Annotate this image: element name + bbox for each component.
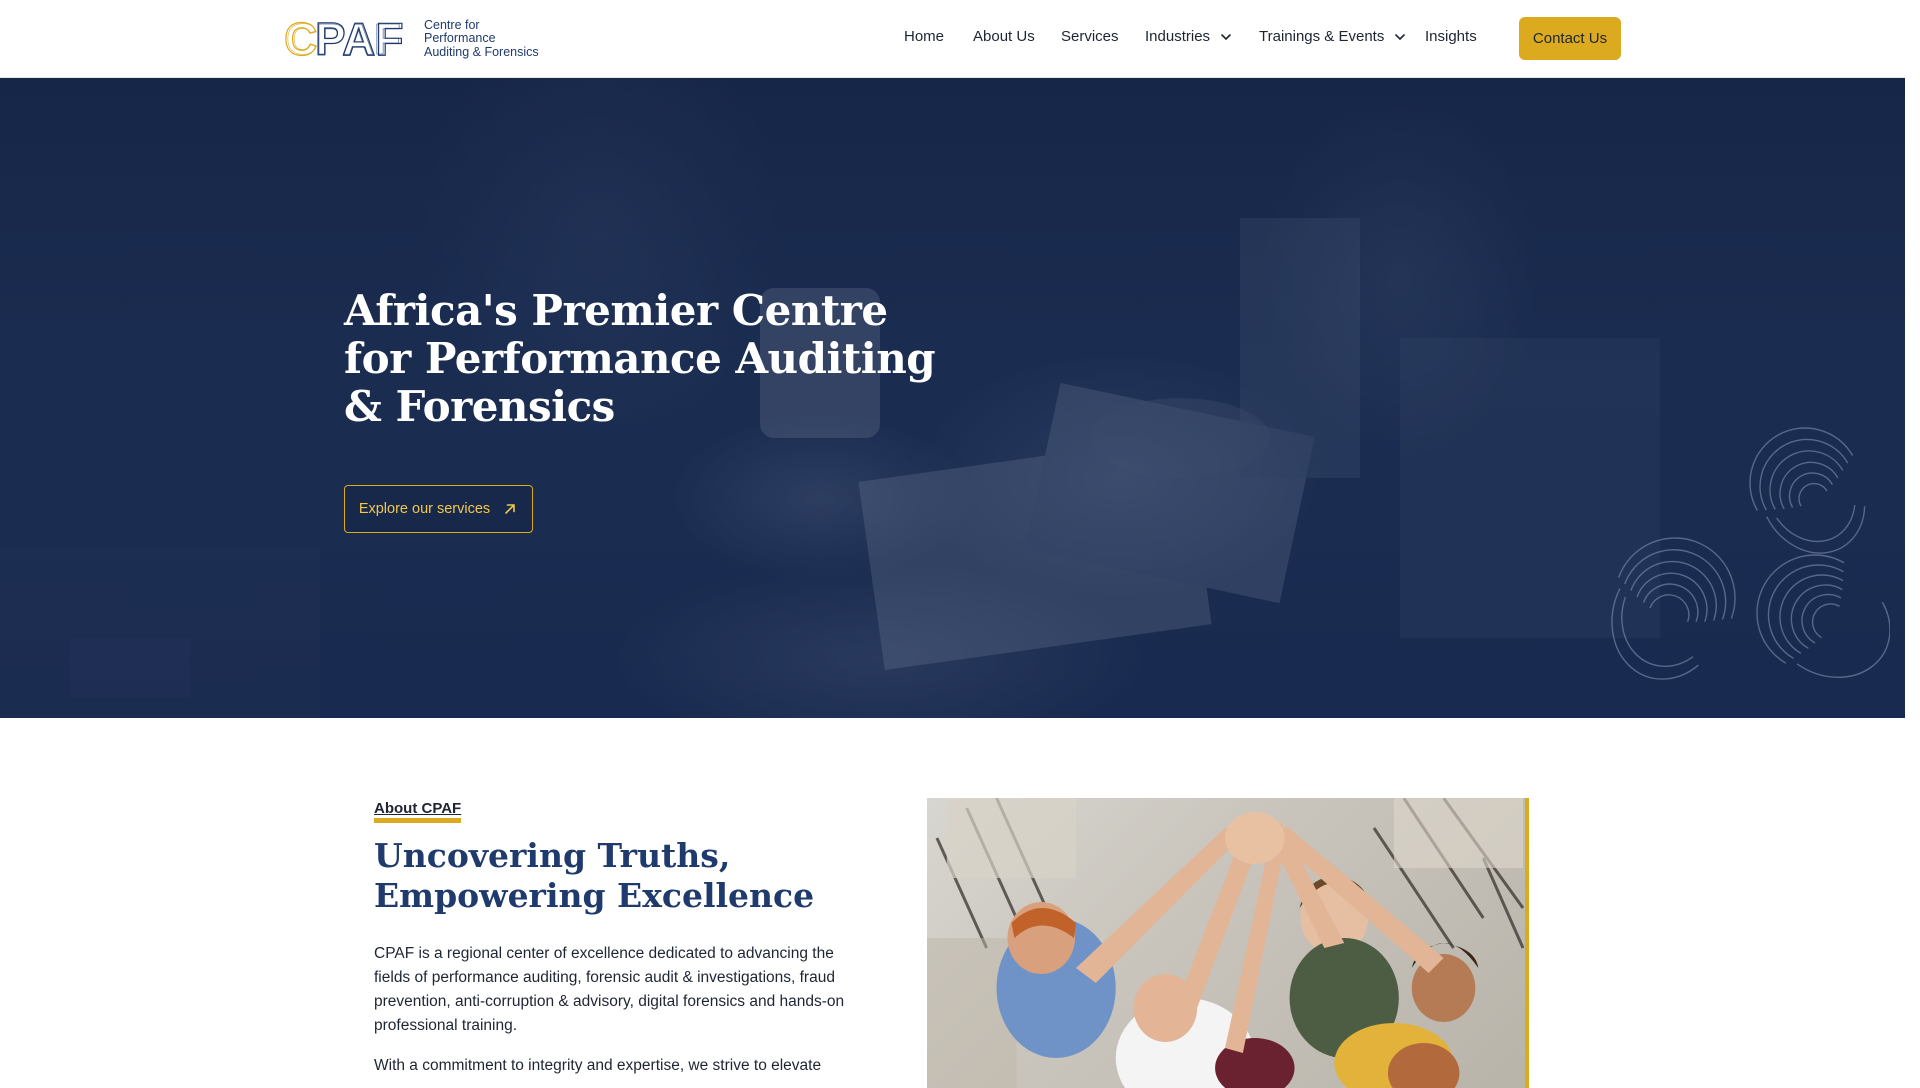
about-tag: About CPAF [374,801,462,823]
nav-services[interactable]: Services [1061,28,1119,45]
nav-industries-label: Industries [1145,28,1211,45]
logo-line-1: Centre for [424,17,480,32]
contact-us-button[interactable]: Contact Us [1519,17,1621,60]
fingerprint-decoration-icon [1611,427,1890,680]
nav-industries[interactable]: Industries [1145,28,1233,45]
explore-services-label: Explore our services [358,501,491,517]
cpaf-logo[interactable]: C PAF C PAF Centre for Performance Audit… [284,17,539,61]
team-high-five-photo [927,798,1529,1088]
hero-section: Africa's Premier Centre for Performance … [0,78,1905,718]
nav-about-us[interactable]: About Us [973,28,1035,45]
nav-services-label: Services [1061,28,1119,45]
logo-line-2: Performance [424,31,496,46]
nav-trainings-events-label: Trainings & Events [1259,28,1385,45]
svg-text:PAF: PAF [316,17,401,61]
nav-trainings-events[interactable]: Trainings & Events [1259,28,1407,45]
nav-insights-label: Insights [1425,28,1477,45]
about-paragraph-2: With a commitment to integrity and exper… [374,1057,822,1074]
svg-text:C: C [286,17,318,61]
nav-home-label: Home [904,28,945,45]
about-paragraph-1: CPAF is a regional center of excellence … [374,945,845,1034]
arrow-up-right-icon [505,504,515,514]
nav-about-us-label: About Us [973,28,1035,45]
logo-wordmark: Centre for Performance Auditing & Forens… [424,17,539,60]
hero-title: Africa's Premier Centre for Performance … [344,286,936,431]
site-header: C PAF C PAF Centre for Performance Audit… [0,0,1905,78]
chevron-down-icon [1221,33,1231,40]
nav-home[interactable]: Home [904,28,944,45]
logo-line-3: Auditing & Forensics [424,44,539,59]
explore-services-button[interactable]: Explore our services [344,485,533,533]
chevron-down-icon [1395,33,1406,40]
cpaf-logo-mark: C PAF C PAF [284,17,404,61]
nav-insights[interactable]: Insights [1425,28,1477,45]
about-heading: Uncovering Truths, Empowering Excellence [374,836,815,915]
